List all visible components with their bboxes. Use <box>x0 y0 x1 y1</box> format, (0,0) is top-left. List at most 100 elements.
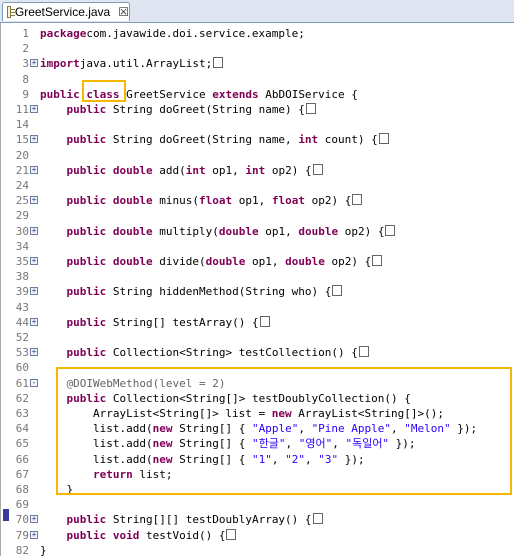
expand-fold-icon[interactable]: + <box>30 105 38 113</box>
code-line[interactable]: 15 + public String doGreet(String name, i… <box>1 132 514 148</box>
collapsed-code-marker-icon[interactable] <box>332 285 343 297</box>
editor-tab-bar: GreetService.java ☒ <box>0 0 514 23</box>
collapsed-code-marker-icon[interactable] <box>378 133 389 145</box>
collapsed-code-marker-icon[interactable] <box>385 224 396 236</box>
line-number: 62 <box>15 391 29 405</box>
keyword-token: public double <box>66 163 153 177</box>
collapsed-code-marker-icon[interactable] <box>358 346 369 358</box>
code-line[interactable]: 8 <box>1 72 514 88</box>
keyword-token: int <box>298 133 319 147</box>
code-line[interactable]: 79 + public void testVoid() { <box>1 528 514 544</box>
expand-fold-icon[interactable]: + <box>30 165 38 174</box>
keyword-token: public double <box>66 224 153 238</box>
keyword-token: public double <box>66 255 153 268</box>
line-number: 60 <box>15 361 29 375</box>
collapsed-code-marker-icon[interactable] <box>312 513 323 525</box>
code-line[interactable]: 9 public class GreetService extends AbDOI… <box>1 87 514 103</box>
keyword-token: package <box>40 27 87 40</box>
collapse-fold-icon[interactable]: - <box>30 378 38 387</box>
highlight-class-keyword <box>82 80 126 102</box>
code-token: op1, <box>258 224 299 238</box>
code-text: public double add(int op1, int op2) { <box>40 163 323 179</box>
code-token: divide( <box>152 255 206 268</box>
line-number: 29 <box>15 209 29 223</box>
code-line[interactable]: 52 <box>1 330 514 346</box>
code-token: AbDOIService { <box>258 87 358 101</box>
expand-fold-icon[interactable]: + <box>30 530 38 539</box>
line-number: 20 <box>15 148 29 162</box>
code-line[interactable]: 11 + public String doGreet(String name) { <box>1 102 514 118</box>
collapsed-code-marker-icon[interactable] <box>312 163 323 175</box>
keyword-token: public <box>66 346 107 360</box>
line-number: 8 <box>22 72 29 86</box>
code-token: java.util.ArrayList; <box>79 57 213 71</box>
code-line[interactable]: 82} <box>1 543 514 559</box>
code-line[interactable]: 38 <box>1 269 514 285</box>
code-line[interactable]: 70 + public String[][] testDoublyArray() … <box>1 512 514 528</box>
line-number: 63 <box>15 407 29 420</box>
code-line[interactable]: 30 + public double multiply(double op1, d… <box>1 224 514 240</box>
code-token: op1, <box>232 194 272 208</box>
code-line[interactable]: 43 <box>1 300 514 316</box>
expand-fold-icon[interactable]: + <box>30 348 38 357</box>
code-line[interactable]: 24 <box>1 178 514 194</box>
code-line[interactable]: 39 + public String hiddenMethod(String wh… <box>1 284 514 300</box>
code-token: op2) { <box>324 255 372 268</box>
expand-fold-icon[interactable]: + <box>30 317 38 326</box>
code-line[interactable]: 29 <box>1 208 514 224</box>
code-text: public String doGreet(String name, int c… <box>40 132 389 148</box>
tab-title: GreetService.java <box>14 5 111 19</box>
code-line[interactable]: 1 packagecom.javawide.doi.service.example… <box>1 26 514 42</box>
keyword-token: double <box>285 255 325 268</box>
expand-fold-icon[interactable]: + <box>30 196 38 205</box>
expand-fold-icon[interactable]: + <box>30 59 38 68</box>
line-number: 64 <box>15 422 29 436</box>
keyword-token: public <box>40 87 80 101</box>
code-text: importjava.util.ArrayList; <box>40 56 224 72</box>
expand-fold-icon[interactable]: + <box>30 135 38 144</box>
line-number: 66 <box>15 452 29 466</box>
close-icon[interactable]: ☒ <box>118 5 129 19</box>
line-number: 82 <box>15 543 29 557</box>
line-number: 14 <box>15 118 29 132</box>
line-number: 9 <box>22 87 29 101</box>
code-line[interactable]: 53 + public Collection<String> testCollec… <box>1 345 514 361</box>
collapsed-code-marker-icon[interactable] <box>372 255 383 266</box>
code-line[interactable]: 20 <box>1 148 514 164</box>
code-line[interactable]: 35 + public double divide(double op1, dou… <box>1 254 514 270</box>
code-token: op2) { <box>265 163 312 177</box>
keyword-token: int <box>245 163 266 177</box>
line-number: 70 <box>15 513 29 527</box>
code-text: public String[][] testDoublyArray() { <box>40 512 323 528</box>
expand-fold-icon[interactable]: + <box>30 287 38 296</box>
code-line[interactable]: 69 <box>1 497 514 513</box>
code-line[interactable]: 2 <box>1 41 514 57</box>
code-text: } <box>40 543 47 559</box>
code-line[interactable]: 3 + importjava.util.ArrayList; <box>1 56 514 72</box>
tab-greetservice-java[interactable]: GreetService.java ☒ <box>2 2 130 21</box>
code-line[interactable]: 25 + public double minus(float op1, float… <box>1 193 514 209</box>
code-token: op2) { <box>338 224 385 238</box>
collapsed-code-marker-icon[interactable] <box>305 103 316 114</box>
line-number: 15 <box>15 133 29 147</box>
java-file-icon <box>7 6 15 18</box>
code-line[interactable]: 14 <box>1 117 514 133</box>
line-number: 2 <box>22 42 29 56</box>
code-line[interactable]: 21 + public double add(int op1, int op2) … <box>1 163 514 179</box>
expand-fold-icon[interactable]: + <box>30 226 38 235</box>
code-line[interactable]: 34 <box>1 239 514 255</box>
collapsed-code-marker-icon[interactable] <box>226 528 237 540</box>
collapsed-code-marker-icon[interactable] <box>213 57 224 69</box>
expand-fold-icon[interactable]: + <box>30 257 38 265</box>
collapsed-code-marker-icon[interactable] <box>259 315 270 327</box>
collapsed-code-marker-icon[interactable] <box>352 194 363 206</box>
code-token: count) { <box>318 133 378 147</box>
code-line[interactable]: 44 + public String[] testArray() { <box>1 315 514 331</box>
expand-fold-icon[interactable]: + <box>30 515 38 524</box>
code-token: String doGreet(String name, <box>106 133 299 147</box>
code-text: public double divide(double op1, double … <box>40 254 383 270</box>
